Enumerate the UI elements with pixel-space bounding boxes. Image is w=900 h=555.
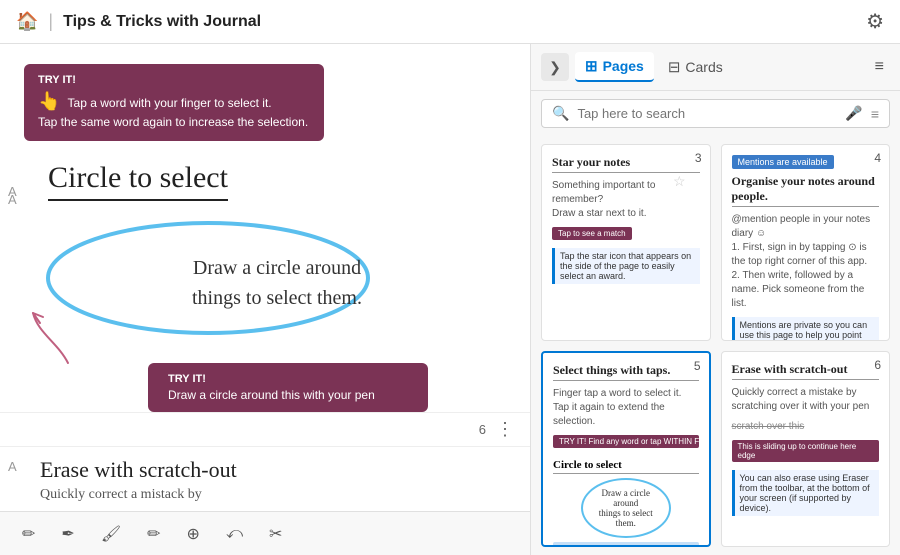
try-it-2-container: TRY IT! Draw a circle around this with y… <box>48 363 506 412</box>
gear-icon[interactable]: ⚙ <box>866 9 884 34</box>
margin-indicator-3: A <box>8 459 17 474</box>
try-it-banner-1: TRY IT! 👆 Tap a word with your finger to… <box>24 64 324 141</box>
journal-panel: A TRY IT! 👆 Tap a word with your finger … <box>0 44 530 555</box>
collapse-button[interactable]: ❯ <box>541 53 569 81</box>
page-heading: Circle to select <box>48 161 228 201</box>
page-card-4[interactable]: 4 Mentions are available Organise your n… <box>721 144 891 341</box>
pages-tab-label: Pages <box>603 58 644 74</box>
page-card-4-banner: Mentions are private so you can use this… <box>732 317 880 341</box>
search-icon: 🔍 <box>552 105 569 122</box>
circle-text: Draw a circle around things to select th… <box>48 223 506 343</box>
page-card-5-tag: TRY IT! Find any word or tap WITHIN FIND… <box>553 435 699 448</box>
page-card-5-text: Finger tap a word to select it.Tap it ag… <box>553 387 699 429</box>
mic-icon[interactable]: 🎤 <box>845 105 862 122</box>
page-card-3-number: 3 <box>695 151 702 165</box>
journal-page-bottom: A Erase with scratch-out Quickly correct… <box>0 446 530 511</box>
main-layout: A TRY IT! 👆 Tap a word with your finger … <box>0 44 900 555</box>
page-card-6[interactable]: 6 Erase with scratch-out Quickly correct… <box>721 351 891 548</box>
page-card-4-text: @mention people in your notes diary ☺ 1.… <box>732 213 880 311</box>
more-options-icon[interactable]: ⋮ <box>496 419 514 440</box>
page-card-5[interactable]: 5 Select things with taps. Finger tap a … <box>541 351 711 548</box>
search-input[interactable] <box>577 106 837 121</box>
cards-tab-icon: ⊟ <box>668 58 681 76</box>
journal-page-1: A TRY IT! 👆 Tap a word with your finger … <box>0 44 530 412</box>
hand-icon: 👆 <box>38 91 60 111</box>
page-card-3-title: Star your notes <box>552 155 700 173</box>
pen-btn[interactable]: ✒ <box>55 520 80 548</box>
try-it-label-2: TRY IT! <box>168 373 408 385</box>
page-card-6-scratch: scratch over this <box>732 420 880 434</box>
page-card-5-banner: TRY IT!Draw a circle around this with yo… <box>553 542 699 548</box>
header-title: Tips & Tricks with Journal <box>63 13 261 31</box>
tab-pages[interactable]: ⊞ Pages <box>575 52 654 82</box>
cards-tab-label: Cards <box>685 59 722 75</box>
scissors-btn[interactable]: ✂ <box>263 520 288 548</box>
sort-icon[interactable]: ≡ <box>869 54 890 80</box>
try-it-text-2: Draw a circle around this with your pen <box>168 388 408 402</box>
page-card-4-header: Mentions are available <box>732 155 834 169</box>
page-card-5-title: Select things with taps. <box>553 363 699 381</box>
page-card-6-tag: This is sliding up to continue here edge <box>732 440 880 462</box>
try-it-banner-2: TRY IT! Draw a circle around this with y… <box>148 363 428 412</box>
margin-indicator-2: A <box>8 192 17 207</box>
page-card-4-title: Organise your notes around people. <box>732 174 880 207</box>
filter-icon[interactable]: ≡ <box>871 106 879 122</box>
page-card-6-number: 6 <box>874 358 881 372</box>
star-icon: ☆ <box>673 173 686 190</box>
brush-btn[interactable]: 🖌 <box>95 520 127 548</box>
toolbar: ✏ ✒ 🖌 ✏ ⊕ ⤺ ✂ <box>0 511 530 555</box>
try-it-text-1: 👆 Tap a word with your finger to select … <box>38 89 310 131</box>
page-card-5-number: 5 <box>694 359 701 373</box>
page-card-6-text: Quickly correct a mistake by scratching … <box>732 386 880 414</box>
bottom-heading: Erase with scratch-out <box>40 457 506 483</box>
pages-grid: 3 Star your notes ☆ Something important … <box>531 136 900 555</box>
sidebar: ❯ ⊞ Pages ⊟ Cards ≡ 🔍 🎤 ≡ <box>530 44 900 555</box>
search-bar: 🔍 🎤 ≡ <box>541 99 890 128</box>
highlighter-btn[interactable]: ✏ <box>141 520 166 548</box>
page-number: 6 <box>479 422 486 437</box>
insert-btn[interactable]: ⊕ <box>181 520 206 548</box>
sidebar-header: ❯ ⊞ Pages ⊟ Cards ≡ <box>531 44 900 91</box>
home-icon[interactable]: 🏠 <box>16 11 38 32</box>
page-card-3-banner: Tap the star icon that appears on the si… <box>552 248 700 284</box>
page-card-4-number: 4 <box>874 151 881 165</box>
bottom-subtext: Quickly correct a mistack by <box>40 487 506 503</box>
separator: | <box>48 11 53 32</box>
circle-area: Draw a circle around things to select th… <box>48 223 506 343</box>
page-footer: 6 ⋮ <box>0 412 530 446</box>
tab-cards[interactable]: ⊟ Cards <box>658 53 733 81</box>
page-card-3[interactable]: 3 Star your notes ☆ Something important … <box>541 144 711 341</box>
page-card-6-banner: You can also erase using Eraser from the… <box>732 470 880 516</box>
tabs-container: ⊞ Pages ⊟ Cards <box>575 52 863 82</box>
page-card-5-circle-heading: Circle to select <box>553 459 699 474</box>
pages-tab-icon: ⊞ <box>585 57 598 75</box>
page-card-5-mini-circle: Draw a circle aroundthings to select the… <box>581 478 671 538</box>
undo-btn[interactable]: ⤺ <box>220 521 249 547</box>
page-card-3-tag: Tap to see a match <box>552 227 632 240</box>
pencil-btn[interactable]: ✏ <box>16 520 41 548</box>
header: 🏠 | Tips & Tricks with Journal ⚙ <box>0 0 900 44</box>
try-it-label-1: TRY IT! <box>38 74 310 86</box>
page-card-6-title: Erase with scratch-out <box>732 362 880 380</box>
